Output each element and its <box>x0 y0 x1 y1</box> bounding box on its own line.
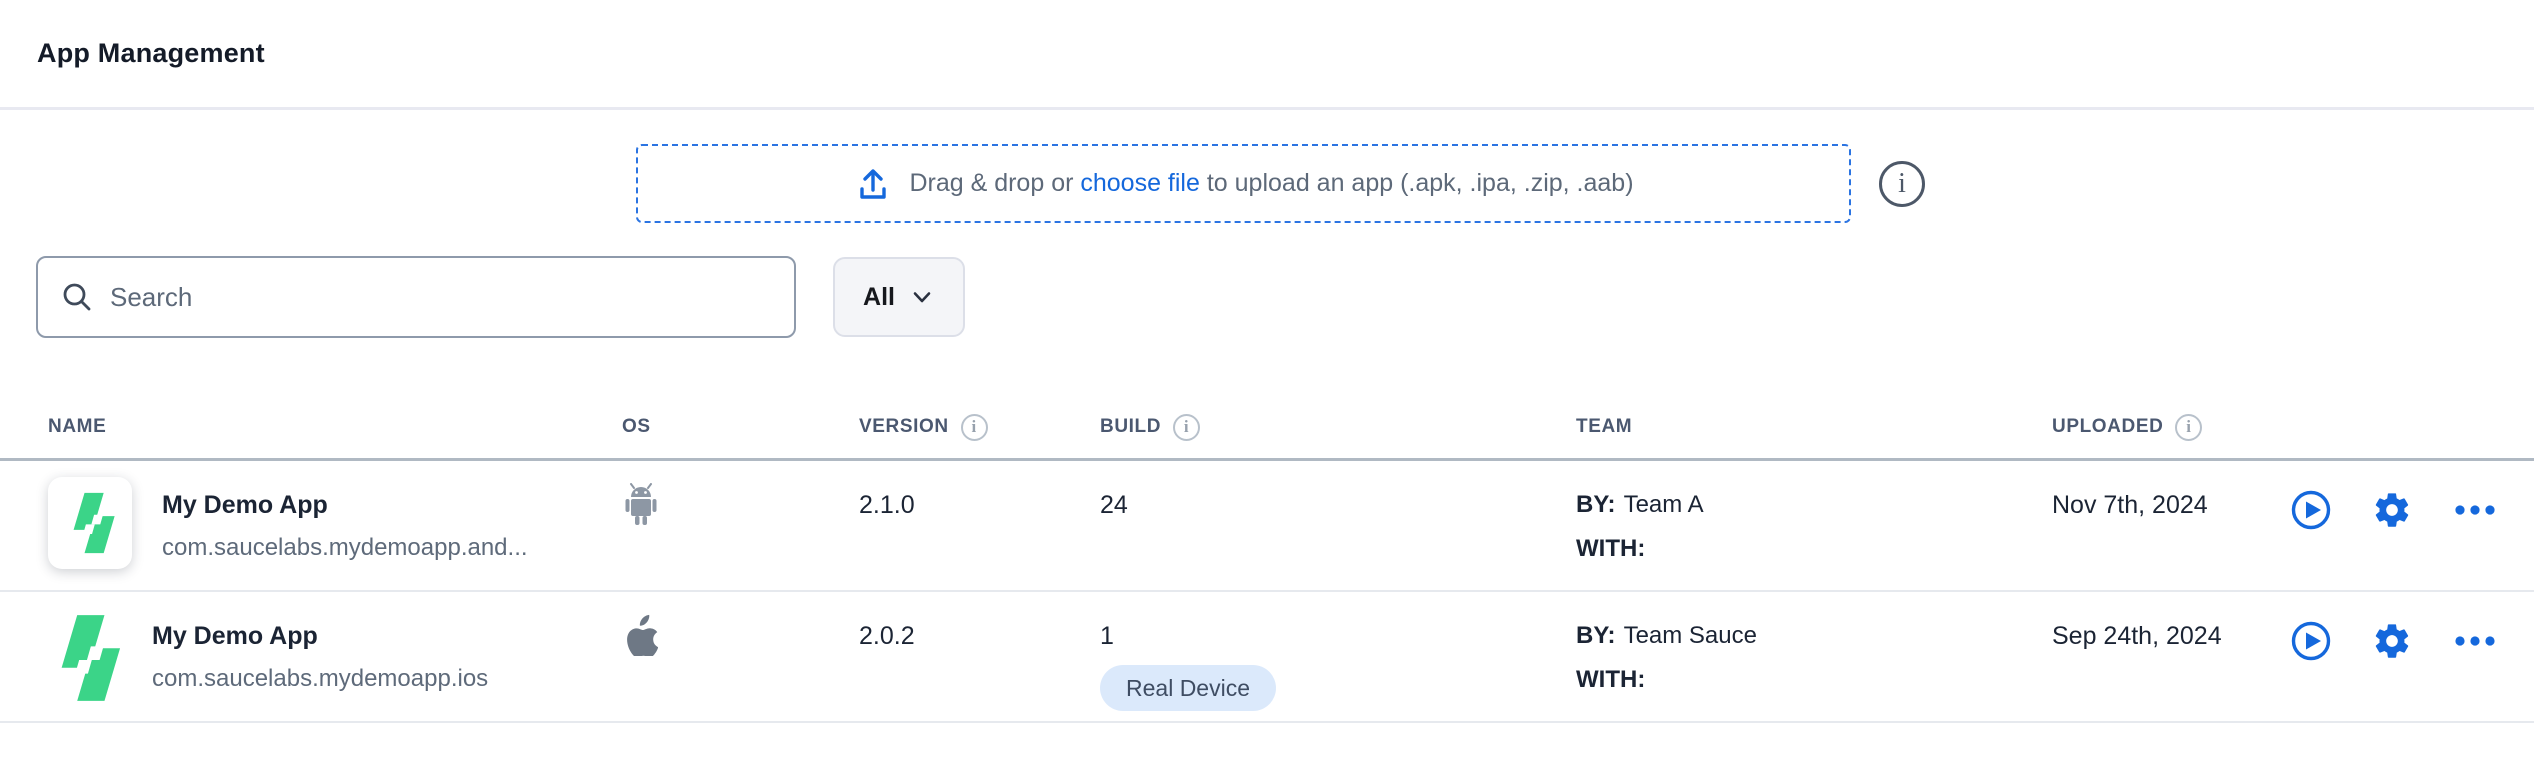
search-box[interactable] <box>36 256 796 338</box>
app-package: com.saucelabs.mydemoapp.ios <box>152 665 488 693</box>
more-options-button[interactable] <box>2452 620 2498 662</box>
table-row[interactable]: My Demo App com.saucelabs.mydemoapp.ios … <box>0 592 2534 723</box>
version-cell: 2.0.2 <box>859 592 1100 651</box>
team-with-line: WITH: <box>1576 666 2052 694</box>
team-by-line: BY:Team Sauce <box>1576 622 2052 650</box>
build-number: 24 <box>1100 491 1576 520</box>
table-header: NAME OS VERSIONi BUILDi TEAM UPLOADEDi <box>0 396 2534 461</box>
column-header-os[interactable]: OS <box>622 416 859 438</box>
settings-button[interactable] <box>2372 490 2412 530</box>
app-name: My Demo App <box>152 622 488 651</box>
chevron-down-icon <box>909 284 935 310</box>
saucelabs-app-icon <box>64 490 116 556</box>
app-name-cell: My Demo App com.saucelabs.mydemoapp.ios <box>48 592 622 706</box>
page-header: App Management <box>0 0 2534 110</box>
info-icon[interactable]: i <box>1173 414 1200 441</box>
app-package: com.saucelabs.mydemoapp.and... <box>162 534 528 562</box>
actions-cell <box>2290 592 2534 662</box>
settings-button[interactable] <box>2372 621 2412 661</box>
uploaded-cell: Nov 7th, 2024 <box>2052 461 2290 520</box>
real-device-badge: Real Device <box>1100 665 1276 711</box>
version-cell: 2.1.0 <box>859 461 1100 520</box>
filter-dropdown[interactable]: All <box>833 257 965 337</box>
info-icon[interactable]: i <box>961 414 988 441</box>
android-icon <box>622 483 660 527</box>
os-cell <box>622 461 859 532</box>
team-by-line: BY:Team A <box>1576 491 2052 519</box>
uploaded-cell: Sep 24th, 2024 <box>2052 592 2290 651</box>
upload-icon <box>853 164 893 204</box>
more-options-button[interactable] <box>2452 489 2498 531</box>
column-header-build[interactable]: BUILDi <box>1100 414 1576 441</box>
build-cell: 24 <box>1100 461 1576 520</box>
app-name-cell: My Demo App com.saucelabs.mydemoapp.and.… <box>48 461 622 569</box>
build-number: 1 <box>1100 622 1576 651</box>
column-header-name[interactable]: NAME <box>48 416 622 438</box>
upload-dropzone[interactable]: Drag & drop or choose file to upload an … <box>636 144 1851 223</box>
page-title: App Management <box>37 38 265 69</box>
upload-info-icon[interactable]: i <box>1879 161 1925 207</box>
upload-row: Drag & drop or choose file to upload an … <box>0 144 2534 223</box>
team-with-line: WITH: <box>1576 535 2052 563</box>
os-cell <box>622 592 859 661</box>
app-name: My Demo App <box>162 491 528 520</box>
dropzone-text: Drag & drop or choose file to upload an … <box>909 169 1633 198</box>
build-cell: 1 Real Device <box>1100 592 1576 711</box>
run-button[interactable] <box>2290 620 2332 662</box>
team-cell: BY:Team A WITH: <box>1576 461 2052 563</box>
filter-selected-label: All <box>863 283 895 312</box>
table-row[interactable]: My Demo App com.saucelabs.mydemoapp.and.… <box>0 461 2534 592</box>
info-icon[interactable]: i <box>2175 414 2202 441</box>
team-cell: BY:Team Sauce WITH: <box>1576 592 2052 694</box>
column-header-team[interactable]: TEAM <box>1576 416 2052 438</box>
app-icon-card <box>48 477 132 569</box>
search-icon <box>60 280 94 314</box>
choose-file-link[interactable]: choose file <box>1080 169 1200 197</box>
saucelabs-app-icon <box>48 610 122 706</box>
actions-cell <box>2290 461 2534 531</box>
column-header-version[interactable]: VERSIONi <box>859 414 1100 441</box>
apple-icon <box>622 614 658 656</box>
column-header-uploaded[interactable]: UPLOADEDi <box>2052 414 2290 441</box>
run-button[interactable] <box>2290 489 2332 531</box>
search-row: All <box>36 256 2534 338</box>
search-input[interactable] <box>110 282 772 313</box>
